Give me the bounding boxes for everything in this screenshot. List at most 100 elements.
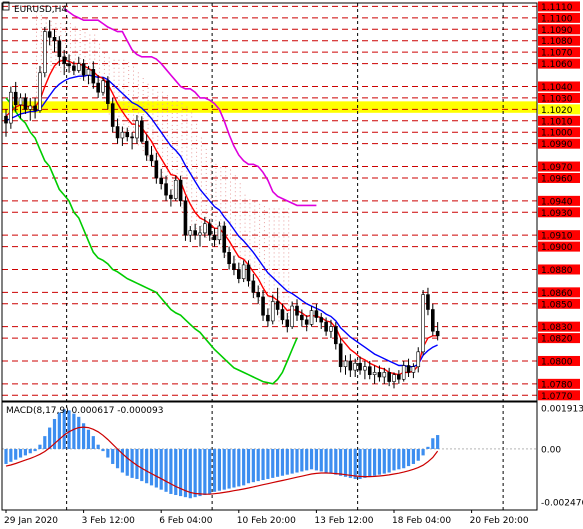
cloud-dot: [166, 95, 168, 97]
cloud-dot: [268, 300, 270, 302]
candle-body: [33, 105, 37, 111]
cloud-dot: [288, 268, 290, 270]
cloud-dot: [288, 256, 290, 258]
cloud-dot: [196, 155, 198, 157]
cloud-dot: [268, 264, 270, 266]
cloud-dot: [40, 15, 42, 17]
cloud-dot: [166, 147, 168, 149]
cloud-dot: [200, 213, 202, 215]
cloud-dot: [103, 100, 105, 102]
cloud-dot: [249, 255, 251, 257]
cloud-dot: [283, 296, 285, 298]
macd-hist-bar: [290, 448, 294, 474]
cloud-dot: [268, 276, 270, 278]
cloud-dot: [181, 151, 183, 153]
cloud-dot: [152, 93, 154, 95]
cloud-dot: [74, 38, 76, 40]
candle-body: [154, 160, 159, 179]
cloud-dot: [259, 231, 261, 233]
cloud-dot: [196, 127, 198, 129]
cloud-dot: [254, 257, 256, 259]
cloud-dot: [79, 74, 81, 76]
cloud-dot: [283, 284, 285, 286]
cloud-dot: [196, 219, 198, 221]
cloud-dot: [263, 282, 265, 284]
cloud-dot: [40, 51, 42, 53]
macd-hist-bar: [334, 448, 338, 475]
cloud-dot: [273, 216, 275, 218]
candle-body: [387, 372, 391, 382]
cloud-dot: [108, 65, 110, 67]
cloud-dot: [259, 211, 261, 213]
cloud-dot: [171, 188, 173, 190]
cloud-dot: [186, 182, 188, 184]
cloud-dot: [36, 15, 37, 17]
price-tick-label: 1.0820: [541, 335, 573, 345]
cloud-dot: [128, 78, 130, 80]
cloud-dot: [225, 183, 227, 185]
cloud-dot: [137, 112, 139, 114]
cloud-dot: [215, 195, 217, 197]
cloud-dot: [225, 195, 227, 197]
cloud-dot: [234, 215, 236, 217]
cloud-dot: [268, 268, 270, 270]
candle-body: [324, 321, 328, 332]
cloud-dot: [220, 171, 222, 173]
cloud-dot: [273, 264, 275, 266]
candle-body: [188, 230, 193, 236]
cloud-dot: [191, 140, 193, 142]
cloud-dot: [142, 82, 144, 84]
cloud-dot: [268, 284, 270, 286]
cloud-dot: [259, 251, 261, 253]
cloud-dot: [273, 248, 275, 250]
cloud-dot: [225, 207, 227, 209]
cloud-dot: [263, 238, 265, 240]
price-tick-label: 1.0930: [541, 209, 573, 219]
cloud-dot: [123, 71, 125, 73]
cloud-dot: [239, 239, 241, 241]
cloud-dot: [273, 228, 275, 230]
cloud-dot: [273, 260, 275, 262]
cloud-dot: [181, 147, 183, 149]
cloud-dot: [69, 59, 71, 61]
cloud-dot: [186, 126, 188, 128]
cloud-dot: [254, 229, 256, 231]
cloud-dot: [55, 47, 57, 49]
candle-body: [435, 330, 440, 337]
cloud-dot: [268, 288, 270, 290]
cloud-dot: [176, 164, 178, 166]
cloud-dot: [36, 43, 37, 45]
cloud-dot: [234, 175, 236, 177]
cloud-dot: [171, 128, 173, 130]
cloud-dot: [40, 35, 42, 37]
cloud-dot: [84, 32, 86, 34]
cloud-dot: [186, 114, 188, 116]
cloud-dot: [108, 61, 110, 63]
cloud-dot: [288, 296, 290, 298]
cloud-dot: [225, 203, 227, 205]
cloud-dot: [157, 107, 159, 109]
cloud-dot: [210, 170, 212, 172]
cloud-dot: [69, 39, 71, 41]
cloud-dot: [278, 264, 280, 266]
candle-body: [159, 177, 163, 185]
cloud-dot: [60, 67, 62, 69]
cloud-dot: [254, 293, 256, 295]
cloud-dot: [60, 71, 62, 73]
cloud-dot: [50, 64, 52, 66]
cloud-dot: [79, 50, 81, 52]
cloud-dot: [181, 207, 183, 209]
cloud-dot: [288, 244, 290, 246]
cloud-dot: [89, 50, 91, 52]
candle-body: [392, 374, 396, 382]
cloud-dot: [123, 103, 125, 105]
cloud-dot: [259, 247, 261, 249]
cloud-dot: [118, 75, 120, 77]
macd-hist-bar: [9, 448, 13, 462]
cloud-dot: [79, 38, 81, 40]
cloud-dot: [234, 227, 236, 229]
cloud-dot: [283, 248, 285, 250]
cloud-dot: [259, 299, 261, 301]
cloud-dot: [69, 47, 71, 49]
cloud-dot: [230, 177, 231, 179]
